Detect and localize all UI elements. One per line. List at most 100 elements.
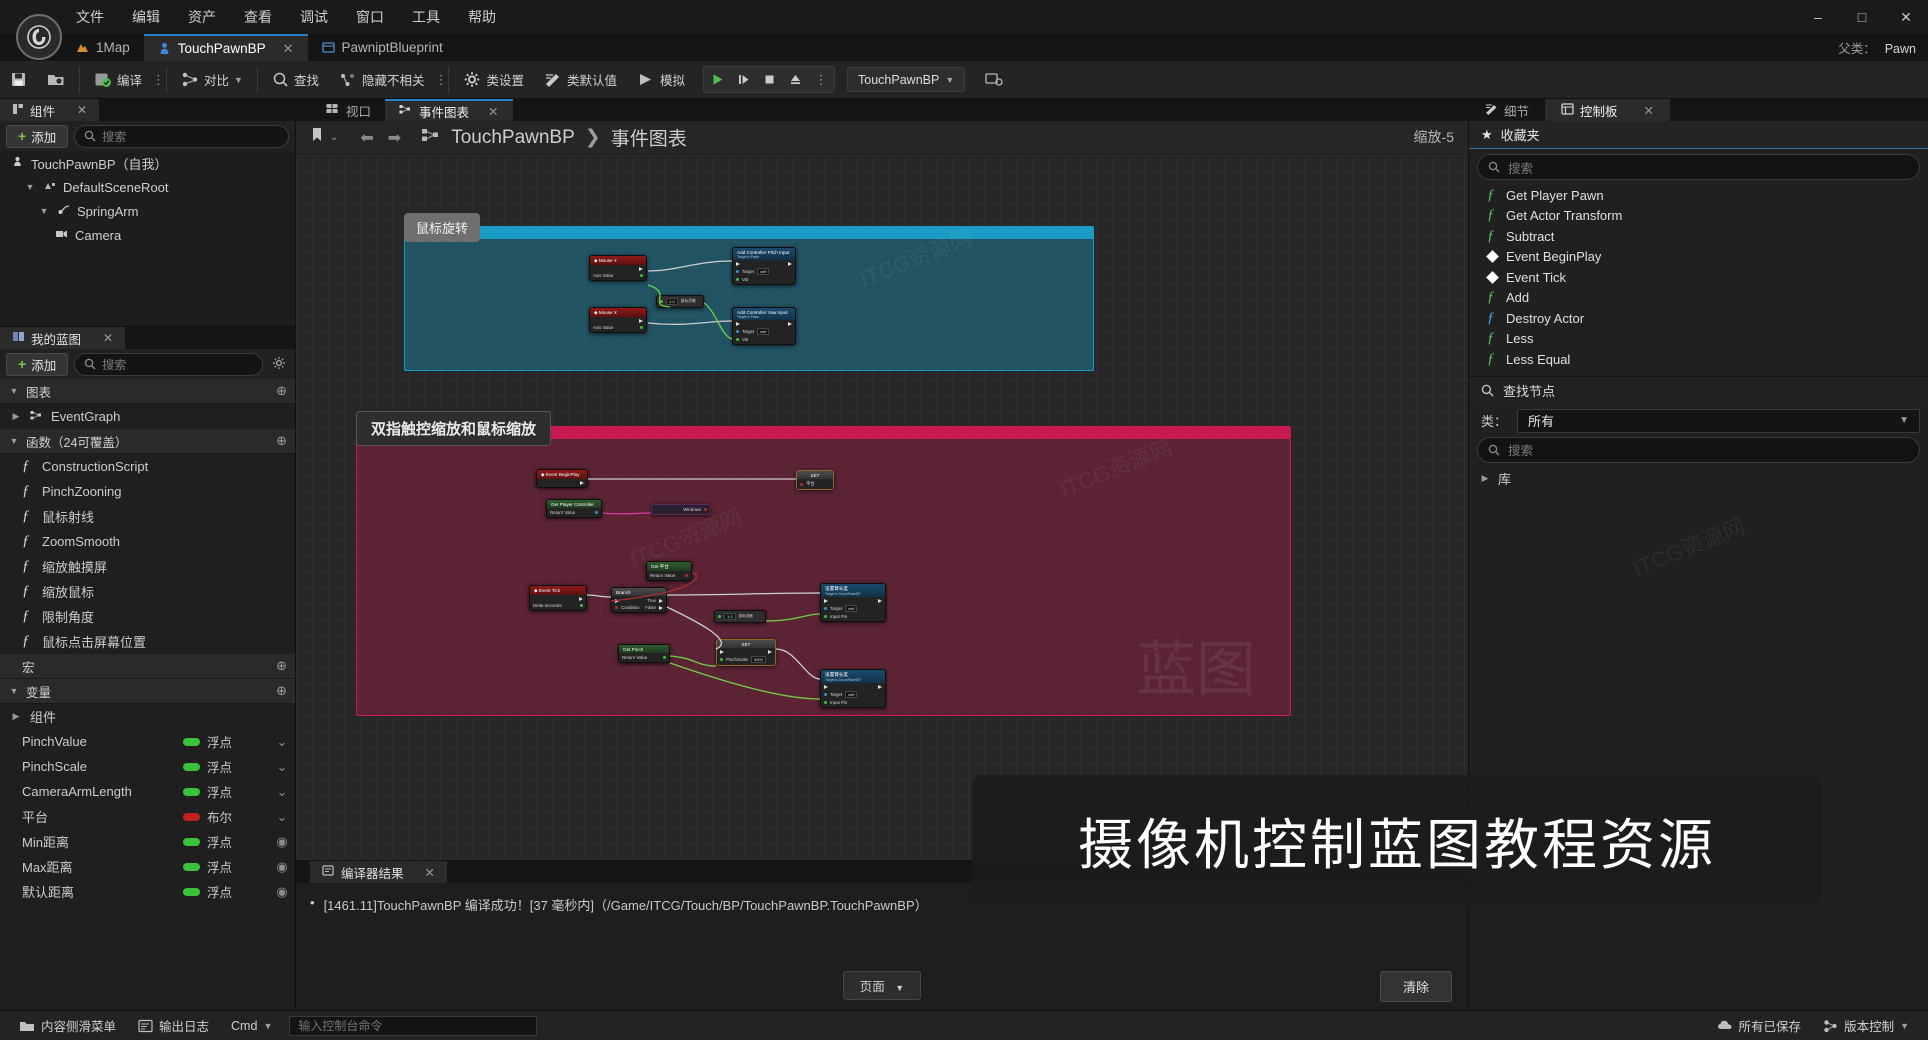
add-variable-icon[interactable]: ⊕: [276, 683, 287, 699]
function-item[interactable]: ƒ 缩放触摸屏: [0, 554, 295, 579]
hide-options-icon[interactable]: ⋮: [434, 72, 447, 88]
caret-down-icon[interactable]: ▼: [38, 206, 50, 216]
visibility-toggle-icon[interactable]: ⌄: [269, 784, 295, 800]
diff-button[interactable]: 对比 ▼: [171, 61, 253, 99]
tab-touchpawnbp[interactable]: TouchPawnBP ✕: [143, 34, 308, 61]
add-blueprint-item-button[interactable]: + 添加: [6, 352, 69, 376]
favorite-item[interactable]: ƒ Destroy Actor: [1469, 308, 1928, 329]
event-graph-canvas[interactable]: ⌄ ⬅ ➡ TouchPawnBP ❯ 事件图表 缩放-5 鼠标旋转 ◆ Mou…: [296, 121, 1468, 860]
favorite-item[interactable]: ƒ Get Actor Transform: [1469, 206, 1928, 227]
favorite-item[interactable]: ƒ Add: [1469, 288, 1928, 309]
favorite-item[interactable]: Event Tick: [1469, 267, 1928, 288]
pin-value[interactable]: 1.0 鼠标灵敏: [660, 298, 700, 305]
visibility-toggle-icon[interactable]: ⌄: [269, 734, 295, 750]
exec-row[interactable]: [824, 685, 882, 689]
exec-out-pin[interactable]: [540, 481, 584, 485]
close-icon[interactable]: ✕: [103, 331, 113, 345]
tab-my-blueprint[interactable]: 我的蓝图 ✕: [0, 327, 126, 349]
class-defaults-button[interactable]: 类默认值: [534, 61, 627, 99]
node-set-pinchscale[interactable]: SET PinchScale 5000: [716, 639, 776, 666]
component-item-defaultsceneroot[interactable]: ▼ DefaultSceneRoot: [0, 175, 295, 199]
tab-event-graph[interactable]: 事件图表 ✕: [385, 99, 513, 121]
class-settings-button[interactable]: 类设置: [453, 61, 534, 99]
compile-options-icon[interactable]: ⋮: [152, 72, 165, 88]
node-get-platform-var[interactable]: Get 平台 Return Value: [646, 561, 692, 581]
variable-row[interactable]: PinchScale 浮点 ⌄: [0, 754, 295, 779]
node-set-arm-length-2[interactable]: 设置臂长度 Target is TouchPawnBP Target self I…: [820, 669, 886, 708]
pin-return-value[interactable]: Return Value: [622, 655, 666, 660]
variable-row[interactable]: CameraArmLength 浮点 ⌄: [0, 779, 295, 804]
maximize-icon[interactable]: □: [1840, 0, 1884, 34]
pin-target[interactable]: Target self: [824, 691, 882, 698]
node-event-tick[interactable]: ◆ Event Tick Delta Seconds: [529, 585, 587, 611]
variables-group-components[interactable]: ▶ 组件: [0, 704, 295, 729]
menu-window[interactable]: 窗口: [342, 1, 398, 33]
variable-row[interactable]: Max距离 浮点 ◉: [0, 854, 295, 879]
close-icon[interactable]: ✕: [425, 865, 435, 880]
node-set-platform[interactable]: SET 平台: [796, 470, 834, 490]
eye-icon[interactable]: ◉: [269, 834, 295, 850]
eject-button[interactable]: [782, 66, 808, 93]
simulate-button[interactable]: 模拟: [627, 61, 695, 99]
exec-out-pin[interactable]: [533, 597, 583, 601]
section-variables[interactable]: ▼ 变量 ⊕: [0, 679, 295, 704]
minimize-icon[interactable]: –: [1796, 0, 1840, 34]
page-selector-button[interactable]: 页面 ▼: [842, 971, 922, 1000]
function-item[interactable]: ƒ 鼠标点击屏幕位置: [0, 629, 295, 654]
node-multiply-sensitivity-2[interactable]: 1.0 鼠标灵敏: [714, 610, 766, 623]
step-button[interactable]: [730, 66, 756, 93]
pin-return-value[interactable]: Return Value: [650, 573, 688, 578]
pin-target[interactable]: Target self: [736, 268, 792, 275]
pin-input[interactable]: Input Pin: [824, 700, 882, 705]
compile-button[interactable]: 编译: [84, 61, 152, 99]
component-item-camera[interactable]: Camera: [0, 223, 295, 247]
close-icon[interactable]: ✕: [77, 103, 87, 117]
node-event-beginplay[interactable]: ◆ Event BeginPlay: [536, 469, 588, 488]
bookmark-icon[interactable]: [310, 127, 324, 148]
tab-1map[interactable]: 1Map: [62, 34, 144, 61]
exec-in-pin[interactable]: [736, 322, 792, 326]
favorite-item[interactable]: ƒ Less: [1469, 329, 1928, 350]
menu-file[interactable]: 文件: [62, 1, 118, 33]
menu-help[interactable]: 帮助: [454, 1, 510, 33]
node-add-controller-pitch-input[interactable]: Add Controller Pitch Input Target is Paw…: [732, 247, 796, 285]
caret-down-icon[interactable]: ▼: [8, 436, 20, 446]
unreal-logo-icon[interactable]: [16, 14, 62, 60]
gear-icon[interactable]: [269, 356, 289, 373]
output-log-button[interactable]: 输出日志: [127, 1011, 220, 1040]
visibility-toggle-icon[interactable]: ⌄: [269, 759, 295, 775]
function-item[interactable]: ƒ PinchZooning: [0, 479, 295, 504]
favorites-header[interactable]: ★ 收藏夹: [1469, 121, 1928, 149]
close-icon[interactable]: ✕: [488, 104, 498, 119]
node-multiply-sensitivity-1[interactable]: 1.0 鼠标灵敏: [656, 295, 704, 308]
play-options-icon[interactable]: ⋮: [808, 66, 834, 93]
favorite-item[interactable]: ƒ Less Equal: [1469, 349, 1928, 370]
exec-out-pin[interactable]: [593, 319, 643, 323]
node-get-player-controller[interactable]: Get Player Controller Return Value: [546, 499, 602, 518]
caret-right-icon[interactable]: ▶: [10, 411, 22, 422]
function-item[interactable]: ƒ ConstructionScript: [0, 454, 295, 479]
close-icon[interactable]: ✕: [1884, 0, 1928, 34]
source-control-button[interactable]: 版本控制 ▼: [1812, 1011, 1920, 1040]
component-item-springarm[interactable]: ▼ SpringArm: [0, 199, 295, 223]
node-add-controller-yaw-input[interactable]: Add Controller Yaw Input Target is Pawn …: [732, 307, 796, 345]
close-icon[interactable]: ✕: [1644, 103, 1654, 118]
caret-right-icon[interactable]: ▶: [10, 711, 22, 722]
component-item-touchpawnbp[interactable]: TouchPawnBP（自我）: [0, 151, 295, 175]
node-mouse-x[interactable]: ◆ Mouse X Axis Value: [589, 307, 647, 333]
clear-button[interactable]: 清除: [1379, 971, 1452, 1002]
menu-assets[interactable]: 资产: [174, 1, 230, 33]
node-mouse-y[interactable]: ◆ Mouse Y Axis Value: [589, 255, 647, 281]
breadcrumb-root[interactable]: TouchPawnBP: [451, 127, 575, 149]
section-macros[interactable]: 宏 ⊕: [0, 654, 295, 679]
content-drawer-button[interactable]: 内容侧滑菜单: [8, 1011, 127, 1040]
chevron-down-icon[interactable]: ⌄: [330, 132, 338, 143]
menu-debug[interactable]: 调试: [286, 1, 342, 33]
tab-pawniptblueprint[interactable]: PawniptBlueprint: [308, 34, 457, 61]
pin-input[interactable]: Input Pin: [824, 614, 882, 619]
function-item[interactable]: ƒ 缩放鼠标: [0, 579, 295, 604]
settings-button[interactable]: [975, 61, 1013, 99]
library-tree-item[interactable]: ▶ 库: [1469, 468, 1928, 490]
pin-target[interactable]: Target self: [736, 328, 792, 335]
graph-item-eventgraph[interactable]: ▶ EventGraph: [0, 404, 295, 429]
